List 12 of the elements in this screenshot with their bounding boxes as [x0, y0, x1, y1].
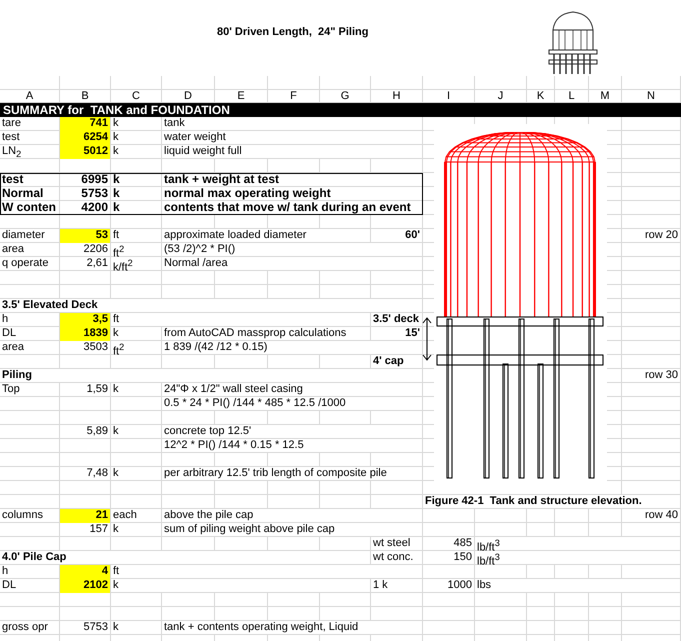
input-cell: 3,5 — [60, 313, 110, 327]
input-cell: 4 — [60, 565, 110, 579]
summary-banner: SUMMARY for TANK and FOUNDATION — [0, 103, 681, 117]
input-cell: 2102 — [60, 579, 110, 593]
sheet-title: 80' Driven Length, 24" Piling — [217, 26, 370, 38]
input-cell: 53 — [60, 229, 110, 243]
input-cell: 6254 — [60, 131, 110, 145]
input-cell: 1839 — [60, 327, 110, 341]
input-cell: 5012 — [60, 145, 110, 159]
input-cell: 21 — [60, 509, 110, 523]
input-cell: 741 — [60, 117, 110, 131]
dimension-arrow — [422, 317, 432, 361]
